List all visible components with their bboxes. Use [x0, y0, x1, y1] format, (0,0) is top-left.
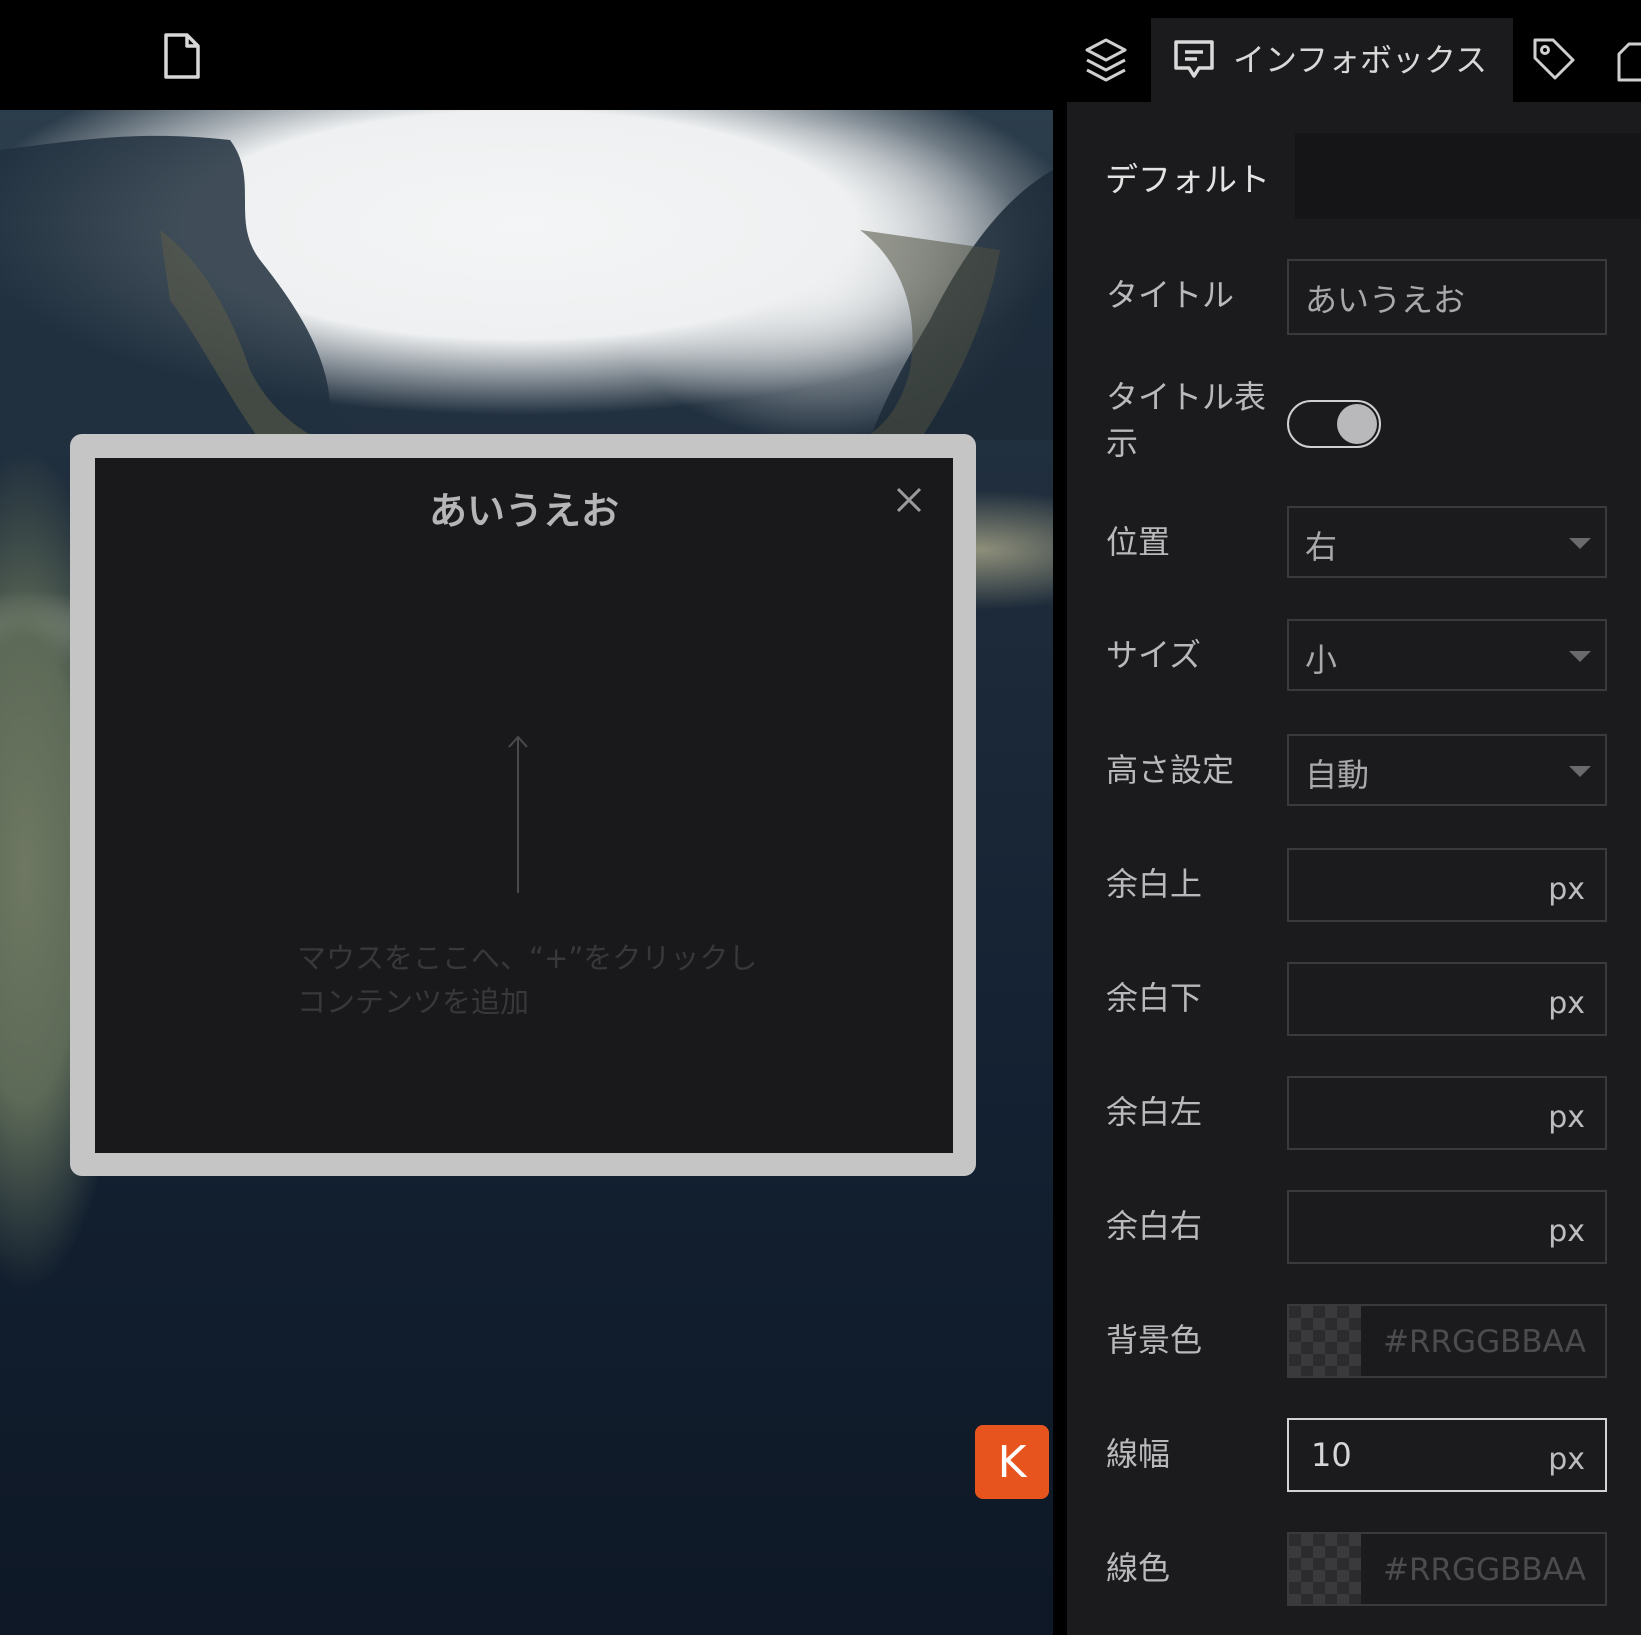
line-width-label: 線幅	[1106, 1435, 1171, 1473]
chevron-down-icon	[1569, 538, 1591, 549]
infobox-title: あいうえお	[428, 489, 619, 533]
chevron-down-icon	[1569, 766, 1591, 777]
position-label: 位置	[1106, 523, 1171, 561]
bg-color-swatch[interactable]	[1289, 1306, 1361, 1376]
k-badge-button[interactable]: K	[975, 1425, 1049, 1499]
map-coastline	[0, 135, 1053, 440]
margin-left-unit: px	[1548, 1100, 1585, 1135]
line-color-input[interactable]: #RRGGBBAA	[1287, 1532, 1607, 1606]
title-display-label-line1: タイトル表	[1106, 378, 1267, 416]
bg-color-label: 背景色	[1106, 1321, 1203, 1359]
arrow-up-icon	[508, 735, 528, 893]
tab-default-label: デフォルト	[1105, 160, 1270, 199]
message-icon	[1174, 40, 1214, 78]
line-color-label: 線色	[1106, 1549, 1171, 1587]
close-icon[interactable]	[895, 486, 923, 514]
margin-right-input[interactable]: px	[1287, 1190, 1607, 1264]
infobox-hint-line1: マウスをここへ、“+”をクリックし	[297, 941, 758, 975]
title-input[interactable]: あいうえお	[1287, 259, 1607, 335]
infobox-hint: マウスをここへ、“+”をクリックし コンテンツを追加	[297, 936, 817, 1024]
margin-top-unit: px	[1548, 872, 1585, 907]
size-select[interactable]: 小	[1287, 619, 1607, 691]
position-select-value: 右	[1305, 528, 1338, 566]
line-color-placeholder: #RRGGBBAA	[1383, 1552, 1586, 1588]
document-icon[interactable]	[160, 32, 204, 80]
title-display-toggle[interactable]	[1287, 400, 1381, 448]
title-input-value: あいうえお	[1305, 281, 1466, 319]
margin-top-input[interactable]: px	[1287, 848, 1607, 922]
toggle-knob	[1337, 404, 1377, 444]
bg-color-input[interactable]: #RRGGBBAA	[1287, 1304, 1607, 1378]
margin-right-unit: px	[1548, 1214, 1585, 1249]
size-select-value: 小	[1305, 641, 1338, 679]
margin-left-input[interactable]: px	[1287, 1076, 1607, 1150]
panel-tab-bar: インフォボックス	[1053, 18, 1641, 102]
bg-color-placeholder: #RRGGBBAA	[1383, 1324, 1586, 1360]
infobox-hint-line2: コンテンツを追加	[297, 985, 530, 1019]
line-color-swatch[interactable]	[1289, 1534, 1361, 1604]
k-badge-label: K	[997, 1436, 1027, 1488]
height-label: 高さ設定	[1106, 751, 1235, 789]
tag-icon[interactable]	[1531, 36, 1577, 82]
chevron-down-icon	[1569, 651, 1591, 662]
tab-default[interactable]: デフォルト	[1067, 133, 1295, 219]
title-label: タイトル	[1106, 276, 1235, 314]
layers-icon[interactable]	[1083, 36, 1129, 84]
folder-icon[interactable]	[1615, 40, 1641, 84]
margin-top-label: 余白上	[1106, 865, 1203, 903]
margin-left-label: 余白左	[1106, 1093, 1203, 1131]
margin-bottom-input[interactable]: px	[1287, 962, 1607, 1036]
line-width-unit: px	[1548, 1442, 1585, 1477]
tab-infobox-label: インフォボックス	[1233, 41, 1488, 79]
position-select[interactable]: 右	[1287, 506, 1607, 578]
infobox-panel: あいうえお マウスをここへ、“+”をクリックし コンテンツを追加	[95, 458, 953, 1153]
margin-bottom-unit: px	[1548, 986, 1585, 1021]
margin-bottom-label: 余白下	[1106, 979, 1203, 1017]
title-display-label-line2: 示	[1106, 424, 1139, 462]
margin-right-label: 余白右	[1106, 1207, 1203, 1245]
tab-infobox[interactable]: インフォボックス	[1151, 18, 1513, 102]
height-select-value: 自動	[1305, 756, 1370, 794]
line-width-value: 10	[1311, 1436, 1352, 1474]
size-label: サイズ	[1106, 636, 1202, 674]
title-display-label: タイトル表 示	[1106, 374, 1266, 466]
line-width-input[interactable]: 10 px	[1287, 1418, 1607, 1492]
height-select[interactable]: 自動	[1287, 734, 1607, 806]
